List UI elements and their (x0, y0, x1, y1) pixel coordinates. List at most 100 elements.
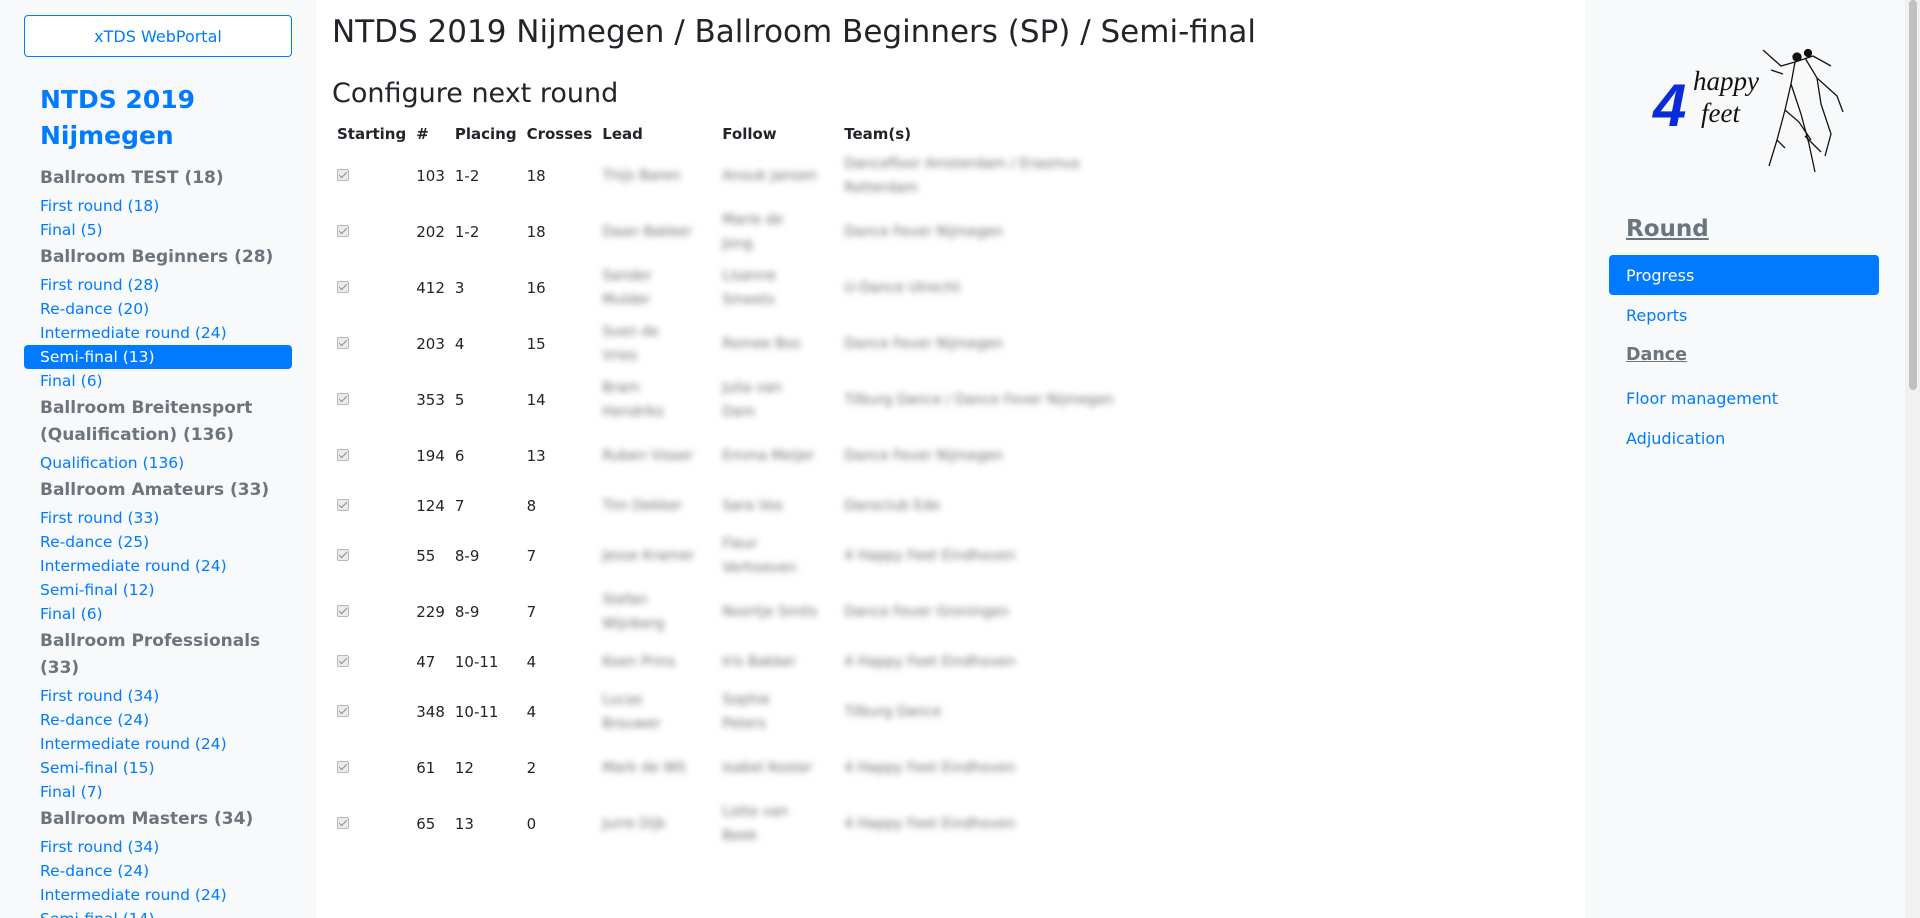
placing-cell: 10-11 (454, 703, 499, 721)
nav-round-link[interactable]: First round (28) (24, 273, 292, 297)
starting-checkbox[interactable] (337, 449, 349, 461)
round-heading: Round (1626, 216, 1709, 242)
starting-cell (332, 484, 411, 528)
team-names: Dance Fever Nijmegen (844, 336, 1004, 352)
progress-link[interactable]: Progress (1609, 255, 1879, 295)
crosses-cell: 14 (526, 391, 546, 409)
webportal-button[interactable]: xTDS WebPortal (24, 15, 292, 57)
adjudication-link[interactable]: Adjudication (1609, 418, 1879, 458)
nav-round-link[interactable]: Semi-final (12) (24, 578, 292, 602)
nav-round-link[interactable]: Re-dance (24) (24, 708, 292, 732)
crosses-cell: 0 (526, 815, 537, 833)
starting-checkbox[interactable] (337, 761, 349, 773)
logo-numeral: 4 (1652, 72, 1686, 139)
nav-round-link[interactable]: First round (34) (24, 684, 292, 708)
lead-name: Koen Prins (602, 654, 676, 670)
team-names: 4 Happy Feet Eindhoven (844, 816, 1016, 832)
follow-name: Fleur Verhoeven (722, 536, 797, 576)
lead-cell: Ruben Visser (597, 428, 717, 484)
number-cell: 229 (416, 603, 445, 621)
reports-link[interactable]: Reports (1609, 295, 1879, 335)
lead-name: Ruben Visser (602, 448, 694, 464)
nav-round-link[interactable]: Intermediate round (24) (24, 732, 292, 756)
starting-checkbox[interactable] (337, 705, 349, 717)
teams-cell: 4 Happy Feet Eindhoven (839, 796, 1149, 852)
nav-round-link[interactable]: Final (6) (24, 369, 292, 393)
lead-cell: Tim Dekker (597, 484, 717, 528)
table-row: 47 10-11 4 Koen Prins Iris Bakker 4 Happy Fee… (332, 640, 1149, 684)
placing-cell: 13 (454, 815, 474, 833)
starting-checkbox[interactable] (337, 281, 349, 293)
event-title[interactable]: NTDS 2019 Nijmegen (40, 82, 290, 154)
starting-checkbox[interactable] (337, 225, 349, 237)
lead-name: Tim Dekker (602, 498, 682, 514)
starting-checkbox[interactable] (337, 549, 349, 561)
starting-cell (332, 796, 411, 852)
starting-checkbox[interactable] (337, 605, 349, 617)
number-cell: 61 (416, 759, 436, 777)
teams-cell: Dancefloor Amsterdam / Erasmus Rotterdam (839, 148, 1149, 204)
follow-cell: Noortje Smits (717, 584, 839, 640)
number-cell: 412 (416, 279, 445, 297)
scrollbar-thumb[interactable] (1909, 0, 1917, 390)
nav-category-heading: Ballroom Amateurs (33) (40, 480, 270, 500)
follow-name: Marie de Jong (722, 212, 784, 252)
starting-checkbox[interactable] (337, 499, 349, 511)
starting-cell (332, 528, 411, 584)
main-content: NTDS 2019 Nijmegen / Ballroom Beginners … (316, 0, 1585, 918)
table-row: 194 6 13 Ruben Visser Emma Meijer Dance Fever… (332, 428, 1149, 484)
col-placing: Placing (454, 125, 517, 143)
placing-cell: 5 (454, 391, 465, 409)
table-row: 55 8-9 7 Jesse Kramer Fleur Verhoeven 4 Happy… (332, 528, 1149, 584)
number-cell: 47 (416, 653, 436, 671)
page-scrollbar[interactable] (1905, 0, 1920, 918)
follow-cell: Julia van Dam (717, 372, 839, 428)
nav-round-link[interactable]: Re-dance (24) (24, 859, 292, 883)
nav-round-link[interactable]: Semi-final (13) (24, 345, 292, 369)
starting-checkbox[interactable] (337, 393, 349, 405)
follow-name: Isabel Koster (722, 760, 813, 776)
nav-round-link[interactable]: Final (6) (24, 602, 292, 626)
follow-name: Noortje Smits (722, 604, 818, 620)
lead-name: Jurre Dijk (602, 816, 666, 832)
placing-cell: 8-9 (454, 603, 480, 621)
placing-cell: 1-2 (454, 223, 480, 241)
nav-round-link[interactable]: First round (34) (24, 835, 292, 859)
nav-round-link[interactable]: Intermediate round (24) (24, 321, 292, 345)
nav-category-heading: Ballroom Breitensport (Qualification) (1… (40, 398, 253, 445)
teams-cell: Dance Fever Nijmegen (839, 316, 1149, 372)
nav-round-link[interactable]: Re-dance (25) (24, 530, 292, 554)
teams-cell: Tilburg Dance / Dance Fever Nijmegen (839, 372, 1149, 428)
team-names: U-Dance Utrecht (844, 280, 961, 296)
starting-cell (332, 148, 411, 204)
nav-round-link[interactable]: Semi-final (14) (24, 907, 292, 918)
nav-round-link[interactable]: Final (5) (24, 218, 292, 242)
col-number: # (416, 125, 429, 143)
follow-name: Anouk Jansen (722, 168, 818, 184)
lead-cell: Sander Mulder (597, 260, 717, 316)
nav-round-link[interactable]: First round (33) (24, 506, 292, 530)
page-title: NTDS 2019 Nijmegen / Ballroom Beginners … (332, 14, 1257, 50)
crosses-cell: 7 (526, 603, 537, 621)
starting-checkbox[interactable] (337, 337, 349, 349)
starting-checkbox[interactable] (337, 169, 349, 181)
crosses-cell: 13 (526, 447, 546, 465)
number-cell: 124 (416, 497, 445, 515)
nav-round-link[interactable]: Intermediate round (24) (24, 554, 292, 578)
lead-cell: Daan Bakker (597, 204, 717, 260)
nav-round-link[interactable]: Semi-final (15) (24, 756, 292, 780)
starting-cell (332, 640, 411, 684)
nav-round-link[interactable]: Final (7) (24, 780, 292, 804)
dancing-couple-icon (1762, 48, 1844, 173)
nav-round-link[interactable]: Qualification (136) (24, 451, 292, 475)
nav-round-link[interactable]: First round (18) (24, 194, 292, 218)
follow-cell: Sara Vos (717, 484, 839, 528)
nav-round-link[interactable]: Re-dance (20) (24, 297, 292, 321)
nav-round-link[interactable]: Intermediate round (24) (24, 883, 292, 907)
floor-management-link[interactable]: Floor management (1609, 378, 1879, 418)
starting-checkbox[interactable] (337, 655, 349, 667)
placing-cell: 6 (454, 447, 465, 465)
starting-checkbox[interactable] (337, 817, 349, 829)
col-starting: Starting (337, 125, 407, 143)
crosses-cell: 4 (526, 703, 537, 721)
